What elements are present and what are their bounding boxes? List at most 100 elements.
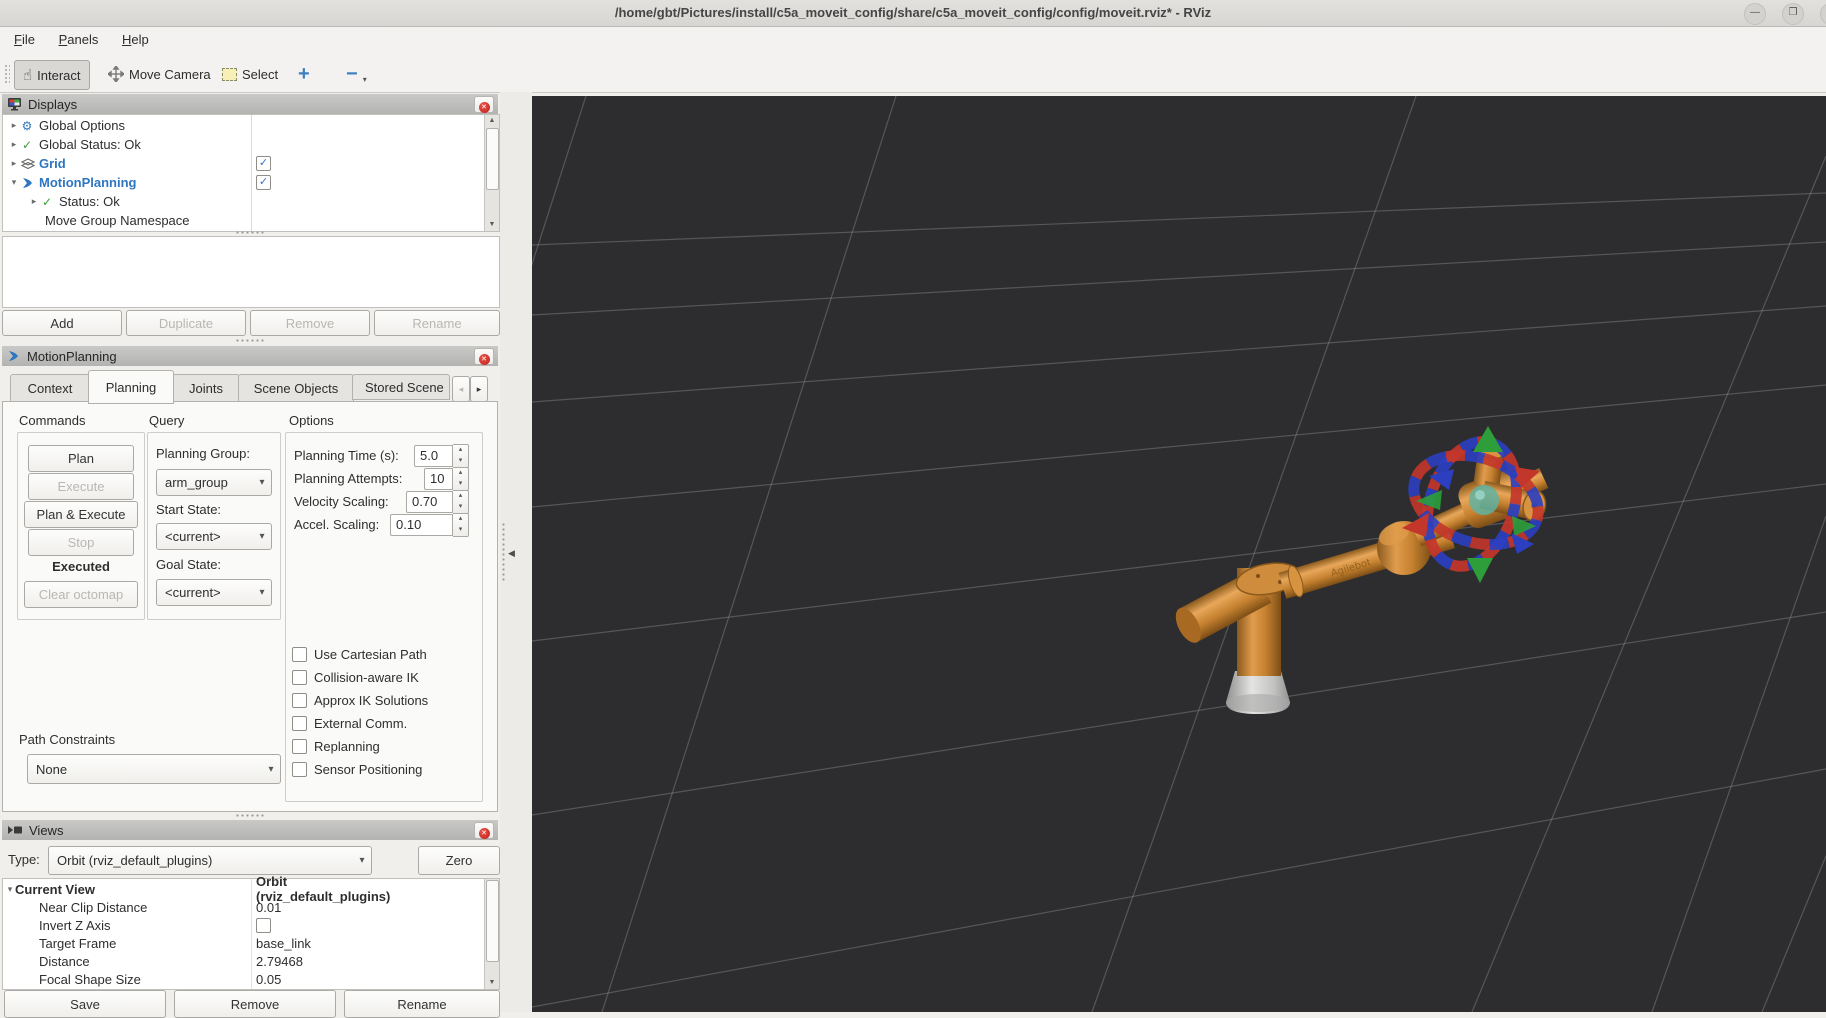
external-comm-checkbox[interactable] [292,716,307,731]
stop-button[interactable]: Stop [28,529,134,556]
scroll-up-icon[interactable]: ▲ [485,115,499,127]
views-panel-header[interactable]: Views ✕ [2,820,498,840]
views-row-value[interactable]: 0.05 [256,972,281,987]
views-zero-button[interactable]: Zero [418,846,500,875]
views-type-select[interactable]: Orbit (rviz_default_plugins) ▾ [48,846,372,875]
accel-scaling-value[interactable]: 0.10 [390,514,453,536]
spin-up-icon[interactable]: ▴ [453,491,468,502]
approx-ik-solutions-row[interactable]: Approx IK Solutions [292,693,428,708]
collapse-panel-arrow-icon[interactable]: ◀ [508,548,515,559]
toolbar-grip[interactable] [4,64,10,84]
marker-center-sphere[interactable] [1469,485,1499,515]
views-row-current-view[interactable]: ▾ Current View Orbit (rviz_default_plugi… [3,874,391,904]
menu-panels[interactable]: Panels [49,27,109,52]
displays-panel-header[interactable]: Displays ✕ [2,94,498,114]
expander-icon[interactable]: ▸ [9,120,19,131]
motionplanning-panel-header[interactable]: MotionPlanning ✕ [2,346,498,366]
tree-row-grid[interactable]: ▸ Grid [3,154,66,173]
tab-scroll-right-button[interactable]: ▸ [470,376,488,402]
restore-button[interactable]: ❐ [1782,3,1804,25]
goal-state-select[interactable]: <current> ▾ [156,579,272,606]
splitter-handle[interactable] [235,814,265,817]
planning-attempts-spinbox[interactable]: 10 ▴ ▾ [424,467,469,491]
expander-icon[interactable]: ▾ [5,884,15,895]
sensor-positioning-checkbox[interactable] [292,762,307,777]
panel-splitter[interactable]: ◀ [500,92,532,1012]
tab-scene-objects[interactable]: Scene Objects [238,374,354,402]
planning-group-select[interactable]: arm_group ▾ [156,469,272,496]
tab-scroll-left-button[interactable]: ◂ [452,376,470,402]
views-row-value[interactable]: 2.79468 [256,954,303,969]
displays-tree-scrollbar[interactable]: ▲ ▼ [484,115,499,231]
menu-help[interactable]: Help [112,27,159,52]
scroll-down-icon[interactable]: ▼ [485,219,499,231]
spin-down-icon[interactable]: ▾ [453,502,468,513]
tab-stored-scene[interactable]: Stored Scene [352,374,450,400]
scrollbar-thumb[interactable] [486,880,499,962]
spin-up-icon[interactable]: ▴ [453,468,468,479]
planning-attempts-value[interactable]: 10 [424,468,453,490]
3d-viewport[interactable]: Agilebot [291,95,1826,1013]
menu-file[interactable]: File [4,27,45,52]
approx-ik-solutions-checkbox[interactable] [292,693,307,708]
replanning-checkbox[interactable] [292,739,307,754]
scrollbar-thumb[interactable] [486,128,499,190]
add-tool-button[interactable]: + [290,60,318,88]
sensor-positioning-row[interactable]: Sensor Positioning [292,762,422,777]
spin-up-icon[interactable]: ▴ [453,445,468,456]
accel-scaling-spinbox[interactable]: 0.10 ▴ ▾ [390,513,469,537]
replanning-row[interactable]: Replanning [292,739,380,754]
motionplanning-enabled-checkbox[interactable]: ✓ [256,175,271,190]
views-row-value[interactable]: 0.01 [256,900,281,915]
views-table-scrollbar[interactable]: ▼ [484,879,499,989]
external-comm-row[interactable]: External Comm. [292,716,407,731]
spin-down-icon[interactable]: ▾ [453,456,468,467]
tab-planning[interactable]: Planning [88,370,174,404]
expander-icon[interactable]: ▾ [9,177,19,188]
velocity-scaling-spinbox[interactable]: 0.70 ▴ ▾ [406,490,469,514]
use-cartesian-path-row[interactable]: Use Cartesian Path [292,647,427,662]
plan-button[interactable]: Plan [28,445,134,472]
views-row-value[interactable]: base_link [256,936,311,951]
views-row-target-frame[interactable]: Target Frame base_link [3,934,311,952]
expander-icon[interactable]: ▸ [29,196,39,207]
plan-and-execute-button[interactable]: Plan & Execute [24,501,138,528]
scroll-down-icon[interactable]: ▼ [485,977,499,989]
planning-time-value[interactable]: 5.0 [414,445,453,467]
splitter-handle[interactable] [235,339,265,342]
views-close-button[interactable]: ✕ [474,822,494,839]
velocity-scaling-value[interactable]: 0.70 [406,491,453,513]
path-constraints-select[interactable]: None ▾ [27,754,281,784]
splitter-handle[interactable] [235,231,265,234]
display-remove-button[interactable]: Remove [250,310,370,336]
display-duplicate-button[interactable]: Duplicate [126,310,246,336]
remove-tool-button[interactable]: − ▾ [338,60,375,88]
views-row-invert-z[interactable]: Invert Z Axis [3,916,271,934]
grid-enabled-checkbox[interactable]: ✓ [256,156,271,171]
minimize-button[interactable]: — [1744,3,1766,25]
collision-aware-ik-checkbox[interactable] [292,670,307,685]
planning-time-spinbox[interactable]: 5.0 ▴ ▾ [414,444,469,468]
display-add-button[interactable]: Add [2,310,122,336]
expander-icon[interactable]: ▸ [9,158,19,169]
motionplanning-close-button[interactable]: ✕ [474,348,494,365]
tree-row-motionplanning[interactable]: ▾ MotionPlanning [3,173,137,192]
tree-row-mp-status[interactable]: ▸ ✓ Status: Ok [3,192,120,211]
tab-joints[interactable]: Joints [172,374,240,402]
expander-icon[interactable]: ▸ [9,139,19,150]
views-row-near-clip[interactable]: Near Clip Distance 0.01 [3,898,281,916]
select-tool[interactable]: Select [214,60,286,88]
interact-tool[interactable]: ☝ Interact [14,60,90,90]
clear-octomap-button[interactable]: Clear octomap [24,581,138,608]
execute-button[interactable]: Execute [28,473,134,500]
spin-down-icon[interactable]: ▾ [453,479,468,490]
start-state-select[interactable]: <current> ▾ [156,523,272,550]
display-rename-button[interactable]: Rename [374,310,500,336]
spin-down-icon[interactable]: ▾ [453,525,468,536]
tree-row-global-options[interactable]: ▸ ⚙ Global Options [3,116,125,135]
views-row-focal-shape-size[interactable]: Focal Shape Size 0.05 [3,970,281,988]
views-row-distance[interactable]: Distance 2.79468 [3,952,303,970]
spin-up-icon[interactable]: ▴ [453,514,468,525]
tab-context[interactable]: Context [10,374,90,402]
tree-row-move-group-namespace[interactable]: Move Group Namespace [3,211,190,230]
